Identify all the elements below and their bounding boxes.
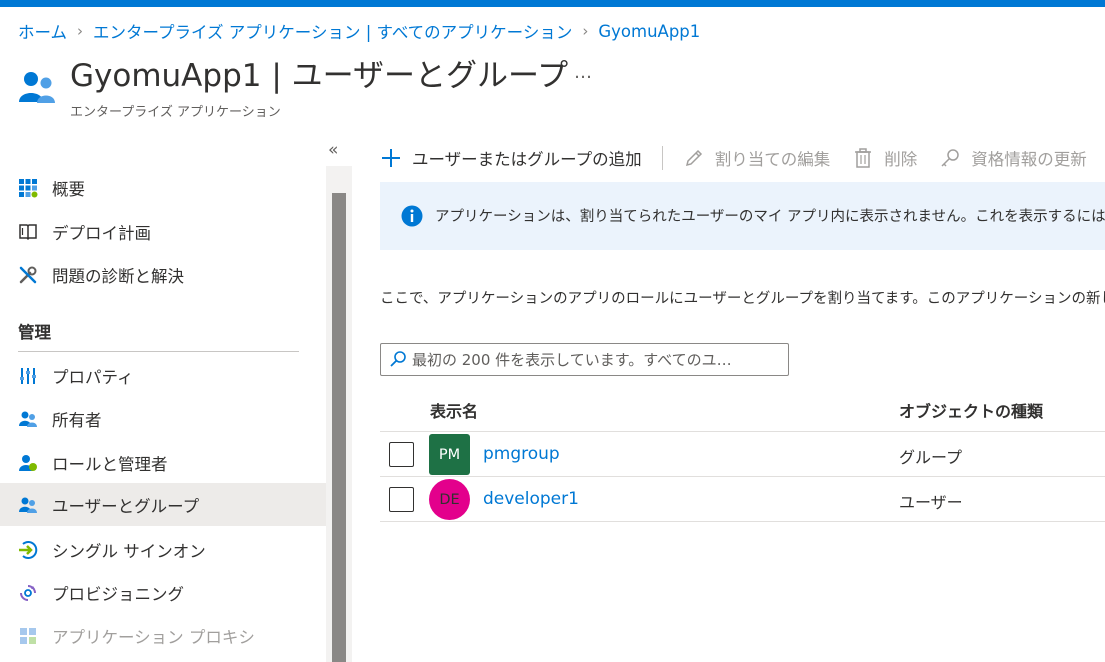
edit-assignment-button[interactable]: 割り当ての編集 [683, 146, 831, 170]
book-icon [18, 222, 38, 242]
page-description: ここで、アプリケーションのアプリのロールにユーザーとグループを割り当てます。この… [380, 291, 1105, 307]
avatar: DE [429, 479, 470, 520]
sidebar-item-label: 所有者 [52, 410, 102, 430]
trash-icon [852, 147, 874, 169]
sidebar-item-sso[interactable]: シングル サインオン [0, 528, 326, 571]
key-icon [939, 147, 961, 169]
sidebar-item-label: ロールと管理者 [52, 454, 168, 474]
plus-icon [380, 147, 402, 169]
sidebar-item-owners[interactable]: 所有者 [0, 397, 326, 440]
table-row[interactable]: DE developer1 ユーザー [380, 477, 1105, 522]
sidebar-item-label: プロビジョニング [52, 584, 184, 604]
chevron-right-icon: › [77, 22, 84, 40]
page-title: GyomuApp1 | ユーザーとグループ [70, 58, 569, 94]
properties-icon [18, 366, 38, 386]
sidebar-item-deployment-plan[interactable]: デプロイ計画 [0, 210, 326, 253]
add-user-or-group-button[interactable]: ユーザーまたはグループの追加 [380, 146, 642, 170]
sidebar-item-label: シングル サインオン [52, 541, 206, 561]
row-checkbox[interactable] [389, 442, 414, 467]
sidebar-item-label: プロパティ [52, 367, 134, 387]
top-accent-bar [0, 0, 1105, 7]
update-credentials-button[interactable]: 資格情報の更新 [939, 146, 1087, 170]
page-subtitle: エンタープライズ アプリケーション [70, 105, 281, 120]
breadcrumb: ホーム › エンタープライズ アプリケーション | すべてのアプリケーション ›… [18, 19, 700, 43]
sidebar-item-label: 概要 [52, 179, 85, 199]
breadcrumb-app[interactable]: GyomuApp1 [598, 22, 700, 41]
sidebar-item-label: 問題の診断と解決 [52, 266, 184, 286]
avatar: PM [429, 434, 470, 475]
more-options-button[interactable]: … [574, 62, 593, 83]
search-box [380, 343, 789, 376]
provisioning-icon [18, 583, 38, 603]
sidebar-item-users-groups[interactable]: ユーザーとグループ [0, 483, 326, 526]
column-header-display-name[interactable]: 表示名 [430, 398, 478, 422]
collapse-sidebar-button[interactable]: « [328, 140, 338, 160]
sidebar-item-overview[interactable]: 概要 [0, 166, 326, 209]
table-row[interactable]: PM pmgroup グループ [380, 432, 1105, 477]
sidebar: 概要 デプロイ計画 問題の診断と解決 管理 プロパティ 所有者 ロールと管理者 … [0, 166, 326, 662]
breadcrumb-home[interactable]: ホーム [18, 19, 67, 43]
row-object-type: グループ [899, 448, 963, 467]
users-groups-icon [18, 495, 38, 515]
row-name-link[interactable]: developer1 [483, 489, 579, 509]
sidebar-item-label: アプリケーション プロキシ [52, 627, 255, 647]
pencil-icon [683, 147, 705, 169]
delete-label: 削除 [884, 150, 918, 169]
breadcrumb-enterprise-apps[interactable]: エンタープライズ アプリケーション | すべてのアプリケーション [93, 19, 572, 43]
search-icon [390, 351, 406, 367]
row-object-type: ユーザー [899, 493, 963, 512]
chevron-right-icon: › [582, 22, 589, 40]
update-credentials-label: 資格情報の更新 [971, 150, 1087, 169]
sidebar-item-diagnose[interactable]: 問題の診断と解決 [0, 253, 326, 296]
sidebar-item-label: ユーザーとグループ [52, 496, 200, 516]
wrench-icon [18, 265, 38, 285]
add-user-or-group-label: ユーザーまたはグループの追加 [412, 150, 642, 169]
sso-icon [18, 540, 38, 560]
roles-icon [18, 453, 38, 473]
row-name-link[interactable]: pmgroup [483, 444, 560, 464]
users-icon [19, 72, 55, 103]
sidebar-item-label: デプロイ計画 [52, 223, 151, 243]
sidebar-item-properties[interactable]: プロパティ [0, 354, 326, 397]
command-bar: ユーザーまたはグループの追加 割り当ての編集 削除 資格情報の更新 [380, 140, 1087, 176]
info-banner-text: アプリケーションは、割り当てられたユーザーのマイ アプリ内に表示されません。これ… [435, 209, 1105, 225]
column-header-object-type[interactable]: オブジェクトの種類 [899, 398, 1043, 422]
sidebar-item-roles-admins[interactable]: ロールと管理者 [0, 441, 326, 484]
row-checkbox[interactable] [389, 487, 414, 512]
app-proxy-icon [18, 626, 38, 646]
toolbar-divider [661, 146, 663, 170]
section-divider [18, 351, 299, 352]
info-banner: アプリケーションは、割り当てられたユーザーのマイ アプリ内に表示されません。これ… [380, 182, 1105, 250]
delete-button[interactable]: 削除 [852, 146, 917, 170]
table-header: 表示名 オブジェクトの種類 [380, 386, 1105, 432]
sidebar-scrollbar-thumb[interactable] [332, 193, 346, 662]
assignments-table: 表示名 オブジェクトの種類 PM pmgroup グループ DE develop… [380, 386, 1105, 522]
owners-icon [18, 409, 38, 429]
grid-icon [18, 178, 38, 198]
info-icon [401, 205, 423, 227]
sidebar-item-app-proxy[interactable]: アプリケーション プロキシ [0, 614, 326, 657]
sidebar-item-provisioning[interactable]: プロビジョニング [0, 571, 326, 614]
search-input[interactable] [412, 347, 782, 372]
section-heading-manage: 管理 [18, 323, 51, 342]
edit-assignment-label: 割り当ての編集 [714, 150, 831, 169]
